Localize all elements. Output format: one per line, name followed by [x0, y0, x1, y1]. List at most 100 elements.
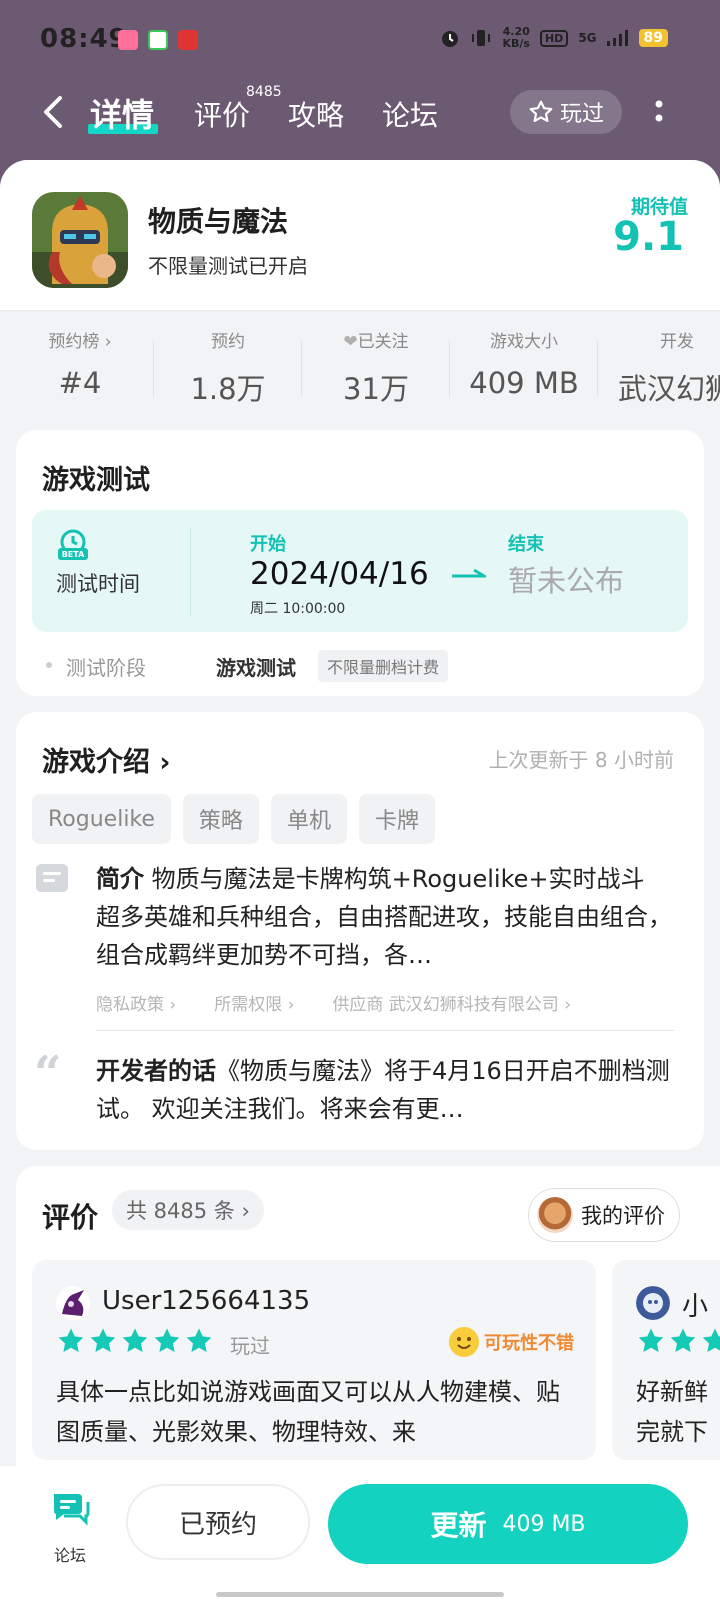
phase-tag: 不限量删档计费: [318, 650, 449, 682]
forum-label: 论坛: [53, 1546, 86, 1565]
vibrate-icon: [472, 30, 491, 46]
rating-stars: [636, 1326, 720, 1356]
clock: 08:49: [40, 24, 128, 54]
heart-icon: ❤: [343, 332, 358, 352]
game-intro-card: 游戏介绍 › 上次更新于 8 小时前 Roguelike 策略 单机 卡牌 简介…: [16, 712, 704, 1150]
update-button[interactable]: 更新 409 MB: [328, 1484, 688, 1564]
tag-item[interactable]: 单机: [270, 794, 347, 844]
more-options-icon[interactable]: [654, 96, 664, 128]
beta-icon: BETA: [58, 529, 88, 560]
chat-bubble-icon: [54, 1494, 90, 1526]
document-icon: [36, 864, 68, 892]
reserved-button[interactable]: 已预约: [126, 1484, 310, 1560]
review-card[interactable]: User125664135 玩过 可玩性不错 具体一点比如说游戏画面又可以从人物…: [32, 1260, 596, 1460]
tag-item[interactable]: 卡牌: [358, 794, 435, 844]
stat-ranking[interactable]: 预约榜 › #4: [6, 311, 154, 418]
intro-title[interactable]: 游戏介绍 ›: [42, 740, 171, 779]
intro-links: 隐私政策 › 所需权限 › 供应商 武汉幻狮科技有限公司 ›: [96, 990, 571, 1015]
test-title: 游戏测试: [42, 465, 150, 496]
battery-indicator: 89: [638, 29, 668, 47]
review-text: 好新鲜完就下: [636, 1378, 708, 1446]
divider: [96, 1030, 674, 1031]
stats-row: 预约榜 › #4 预约 1.8万 ❤已关注 31万 游戏大小 409 MB 开发…: [0, 310, 720, 418]
tab-forum[interactable]: 论坛: [382, 94, 438, 134]
privacy-link[interactable]: 隐私政策 ›: [96, 990, 176, 1015]
hd-indicator: HD: [539, 29, 569, 47]
avatar: [56, 1286, 90, 1320]
bullet-dot: [46, 662, 52, 668]
star-icon: [122, 1328, 148, 1352]
svg-text:BETA: BETA: [62, 550, 85, 559]
arrow-right-icon: [452, 568, 486, 578]
signal-icon: [606, 30, 628, 46]
stat-developer[interactable]: 开发 武汉幻狮: [598, 311, 720, 418]
tab-reviews[interactable]: 评价: [194, 94, 250, 134]
phase-value: 游戏测试: [216, 656, 296, 680]
review-count[interactable]: 共 8485 条 ›: [112, 1190, 264, 1230]
test-time-box: BETA 测试时间 开始 2024/04/16 周二 10:00:00 结束 暂…: [32, 510, 688, 632]
star-icon: [90, 1328, 116, 1352]
app-subtitle: 不限量测试已开启: [148, 254, 308, 278]
permissions-link[interactable]: 所需权限 ›: [214, 990, 294, 1015]
app-header: 物质与魔法 不限量测试已开启 期待值 9.1: [0, 160, 720, 310]
top-nav: 详情 评价 8485 攻略 论坛 玩过: [0, 82, 720, 142]
intro-brief[interactable]: 简介 物质与魔法是卡牌构筑+Roguelike+实时战斗 超多英雄和兵种组合，自…: [96, 860, 674, 974]
review-username: 小: [682, 1292, 709, 1322]
tag-list: Roguelike 策略 单机 卡牌: [32, 794, 435, 844]
star-icon: [702, 1328, 720, 1352]
app-notification-icon: [118, 30, 138, 50]
star-icon: [638, 1328, 664, 1352]
star-icon: [154, 1328, 180, 1352]
played-label: 玩过: [559, 102, 604, 127]
avatar: [636, 1286, 670, 1320]
played-button[interactable]: 玩过: [510, 90, 622, 134]
app-icon: [32, 192, 128, 288]
my-review-button[interactable]: 我的评价: [528, 1188, 680, 1242]
tag-item[interactable]: 策略: [182, 794, 259, 844]
tab-details[interactable]: 详情: [90, 90, 154, 136]
vendor-link[interactable]: 供应商 武汉幻狮科技有限公司 ›: [332, 990, 571, 1015]
network-type: 5G: [578, 31, 597, 45]
avatar: [537, 1197, 573, 1233]
start-time: 周二 10:00:00: [250, 601, 346, 617]
review-username: User125664135: [102, 1286, 311, 1316]
tag-item[interactable]: Roguelike: [32, 794, 171, 844]
my-review-label: 我的评价: [581, 1204, 665, 1228]
video-notification-icon: [148, 30, 168, 50]
tab-guides[interactable]: 攻略: [288, 94, 344, 134]
developer-words[interactable]: 开发者的话《物质与魔法》将于4月16日开启不删档测试。 欢迎关注我们。将来会有更…: [96, 1052, 674, 1128]
reviews-title: 评价: [42, 1201, 99, 1234]
review-count-badge: 8485: [246, 84, 282, 100]
stat-size: 游戏大小 409 MB: [450, 311, 598, 418]
review-text: 具体一点比如说游戏画面又可以从人物建模、贴图质量、光影效果、物理特效、来: [56, 1378, 560, 1446]
rating-stars: [56, 1326, 214, 1356]
game-notification-icon: [178, 30, 198, 50]
alarm-icon: [442, 31, 459, 47]
update-size: 409 MB: [502, 1511, 586, 1537]
star-outline-icon: [529, 100, 553, 123]
stat-followers[interactable]: ❤已关注 31万: [302, 311, 450, 418]
end-value: 暂未公布: [508, 564, 625, 598]
start-date: 2024/04/16: [250, 556, 429, 592]
forum-button[interactable]: 论坛: [50, 1488, 90, 1565]
phase-label: 测试阶段: [66, 656, 146, 680]
content-sheet: 物质与魔法 不限量测试已开启 期待值 9.1 预约榜 › #4 预约 1.8万 …: [0, 160, 720, 1600]
app-name: 物质与魔法: [148, 205, 289, 238]
review-card[interactable]: 小 好新鲜完就下: [612, 1260, 720, 1460]
network-speed: 4.20 KB/s: [502, 25, 530, 50]
bottom-action-bar: 论坛 已预约 更新 409 MB: [0, 1466, 720, 1600]
stat-reservations: 预约 1.8万: [154, 311, 302, 418]
end-label: 结束: [508, 534, 544, 555]
status-bar: 08:49 4.20 KB/s HD 5G 89: [0, 18, 720, 62]
smile-icon: [449, 1327, 479, 1357]
quote-icon: “: [34, 1046, 62, 1102]
start-label: 开始: [250, 534, 286, 555]
intro-updated: 上次更新于 8 小时前: [488, 748, 674, 772]
home-indicator[interactable]: [216, 1592, 504, 1597]
expect-score: 9.1: [613, 214, 684, 260]
star-icon: [186, 1328, 212, 1352]
back-arrow-icon[interactable]: [40, 94, 68, 130]
test-time-label: 测试时间: [56, 572, 140, 596]
review-played: 玩过: [230, 1334, 270, 1358]
star-icon: [670, 1328, 696, 1352]
